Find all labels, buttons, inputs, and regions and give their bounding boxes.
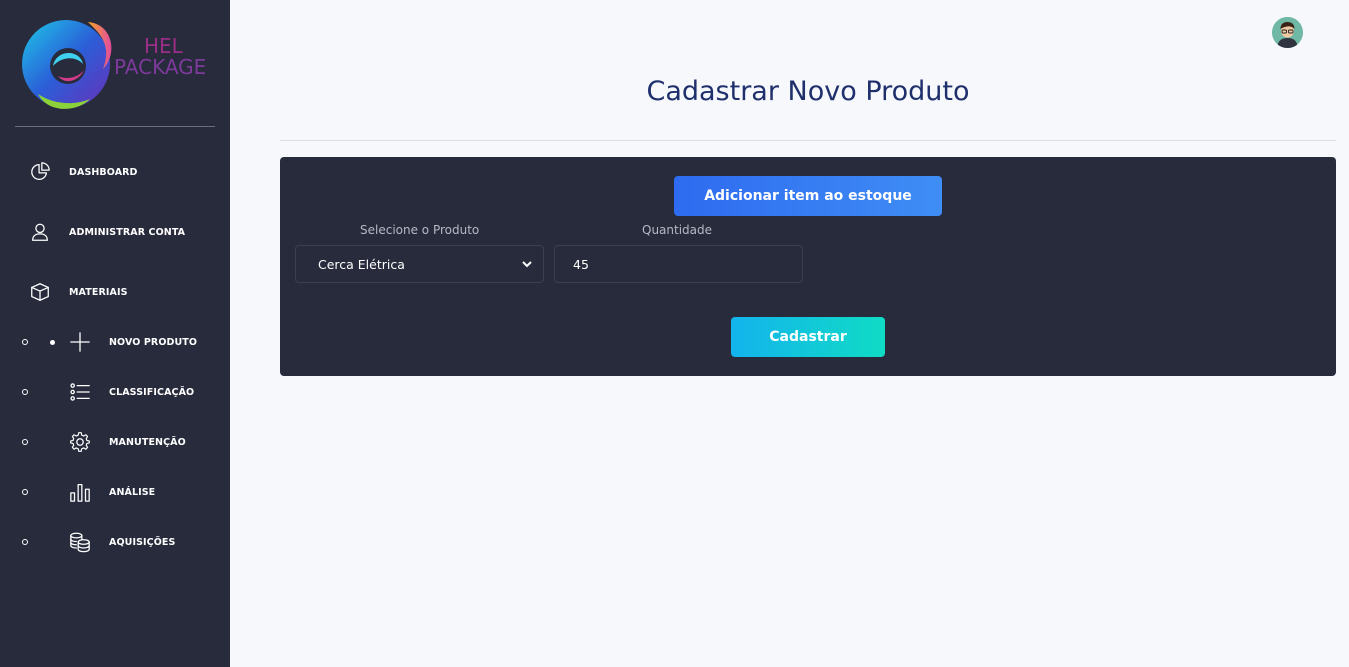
quantity-label: Quantidade: [642, 223, 713, 237]
active-dot-icon: [50, 339, 55, 345]
sidebar-item-label: DASHBOARD: [69, 166, 138, 178]
title-divider: [280, 140, 1336, 141]
sidebar-item-administrar-conta[interactable]: ADMINISTRAR CONTA: [28, 217, 185, 247]
brand-name: HEL PACKAGE: [114, 34, 207, 79]
bullet-icon: [22, 539, 28, 545]
plus-icon: [68, 330, 92, 354]
product-select-value: Cerca Elétrica: [318, 256, 405, 272]
brand-logo[interactable]: HEL PACKAGE: [18, 14, 223, 114]
sidebar-item-label: AQUISIÇÕES: [109, 536, 176, 548]
bar-chart-icon: [68, 480, 92, 504]
bullet-icon: [22, 389, 28, 395]
product-form-panel: Adicionar item ao estoque Selecione o Pr…: [280, 157, 1336, 376]
add-stock-item-button[interactable]: Adicionar item ao estoque: [674, 176, 942, 216]
sidebar-divider: [15, 126, 215, 127]
submit-button[interactable]: Cadastrar: [731, 317, 885, 357]
sidebar-item-novo-produto[interactable]: NOVO PRODUTO: [22, 327, 222, 357]
sidebar-item-label: NOVO PRODUTO: [109, 336, 198, 348]
sidebar-item-manutencao[interactable]: MANUTENÇÃO: [22, 427, 222, 457]
bullet-icon: [22, 489, 28, 495]
page-title: Cadastrar Novo Produto: [646, 76, 970, 107]
pie-chart-icon: [28, 160, 52, 184]
sidebar-item-label: MATERIAIS: [69, 286, 128, 298]
avatar-icon: [1272, 17, 1303, 48]
user-avatar[interactable]: [1272, 17, 1303, 48]
sidebar-item-label: ANÁLISE: [109, 486, 156, 498]
list-icon: [68, 380, 92, 404]
product-select-label: Selecione o Produto: [360, 223, 480, 237]
sidebar: HEL PACKAGE DASHBOARD ADMINISTRAR CONTA …: [0, 0, 230, 667]
sidebar-item-aquisicoes[interactable]: AQUISIÇÕES: [22, 527, 222, 557]
sidebar-item-label: ADMINISTRAR CONTA: [69, 226, 186, 238]
quantity-input[interactable]: [554, 245, 803, 283]
sidebar-item-materiais[interactable]: MATERIAIS: [28, 277, 128, 307]
bullet-icon: [22, 339, 28, 345]
chevron-down-icon: [521, 258, 533, 270]
bullet-icon: [22, 439, 28, 445]
sidebar-item-dashboard[interactable]: DASHBOARD: [28, 157, 138, 187]
sidebar-item-classificacao[interactable]: CLASSIFICAÇÃO: [22, 377, 222, 407]
user-icon: [28, 220, 52, 244]
sidebar-item-analise[interactable]: ANÁLISE: [22, 477, 222, 507]
coins-icon: [68, 530, 92, 554]
sidebar-item-label: CLASSIFICAÇÃO: [109, 386, 195, 398]
gear-icon: [68, 430, 92, 454]
product-select[interactable]: Cerca Elétrica: [295, 245, 544, 283]
logo-swirl-icon: [22, 20, 112, 109]
box-icon: [28, 280, 52, 304]
sidebar-item-label: MANUTENÇÃO: [109, 436, 186, 448]
